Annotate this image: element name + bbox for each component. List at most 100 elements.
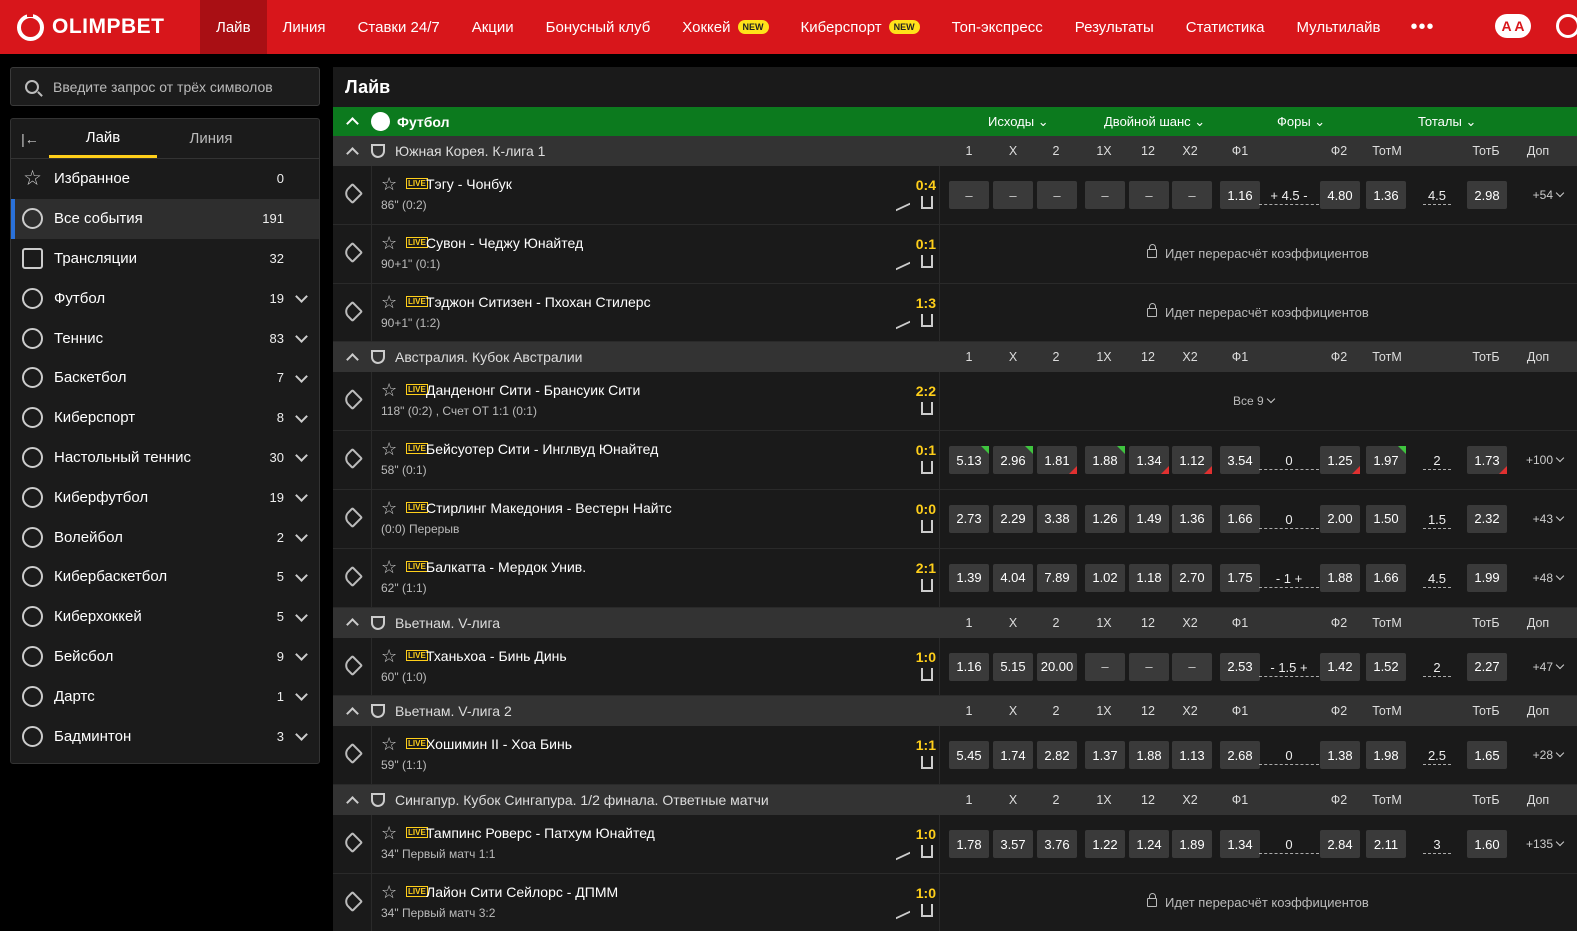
favorite-star-icon[interactable]: ☆ — [381, 646, 397, 667]
odds-button[interactable]: 5.13 — [949, 446, 989, 475]
event-name[interactable]: Бейсуотер Сити - Инглвуд Юнайтед — [426, 441, 658, 457]
trend-chart-icon[interactable] — [896, 845, 910, 861]
odds-button[interactable]: 5.45 — [949, 741, 989, 770]
nav-item-1[interactable]: Линия — [267, 0, 342, 54]
odds-button[interactable]: 3.38 — [1037, 504, 1077, 533]
collapse-caret-icon[interactable] — [346, 795, 359, 809]
nav-item-4[interactable]: Бонусный клуб — [530, 0, 667, 54]
sidebar-item-14[interactable]: Бадминтон 3 — [11, 716, 319, 756]
odds-button[interactable]: 1.36 — [1366, 181, 1406, 209]
odds-button[interactable]: 3.76 — [1037, 830, 1077, 859]
odds-button[interactable]: 1.12 — [1172, 446, 1212, 475]
odds-button[interactable]: 1.78 — [949, 830, 989, 859]
sidebar-item-3[interactable]: Футбол 19 — [11, 278, 319, 318]
sidebar-item-8[interactable]: Киберфутбол 19 — [11, 477, 319, 517]
odds-button[interactable]: 1.16 — [1220, 181, 1260, 209]
odds-button[interactable]: – — [949, 181, 989, 209]
sidebar-item-13[interactable]: Дартс 1 — [11, 676, 319, 716]
odds-button[interactable]: 1.97 — [1366, 446, 1406, 475]
odds-button[interactable]: 1.16 — [949, 652, 989, 681]
odds-button[interactable]: 7.89 — [1037, 563, 1077, 592]
odds-button[interactable]: 1.88 — [1085, 446, 1125, 475]
pin-icon[interactable] — [341, 890, 364, 913]
chevron-down-icon[interactable] — [290, 491, 312, 503]
odds-button[interactable]: 2.32 — [1467, 504, 1507, 533]
trend-chart-icon[interactable] — [896, 314, 910, 329]
odds-button[interactable]: 1.13 — [1172, 741, 1212, 770]
total-value[interactable]: 4.5 — [1423, 188, 1451, 205]
nav-item-2[interactable]: Ставки 24/7 — [342, 0, 456, 54]
odds-button[interactable]: 1.74 — [993, 741, 1033, 770]
sidebar-item-10[interactable]: Кибербаскетбол 5 — [11, 557, 319, 597]
more-markets-button[interactable]: +48 — [1533, 571, 1565, 585]
total-value[interactable]: 2 — [1423, 660, 1451, 677]
more-markets-button[interactable]: +54 — [1533, 188, 1565, 202]
favorite-star-icon[interactable]: ☆ — [381, 734, 397, 755]
odds-button[interactable]: 5.15 — [993, 652, 1033, 681]
odds-button[interactable]: 2.98 — [1467, 181, 1507, 209]
event-name[interactable]: Тампинс Роверс - Патхум Юнайтед — [426, 825, 655, 841]
sidebar-tab-live[interactable]: Лайв — [49, 119, 157, 158]
more-markets-button[interactable]: +100 — [1526, 453, 1565, 467]
event-row[interactable]: ☆ LIVE Хошимин II - Хоа Бинь 59" (1:1) 1:1 5.… — [333, 726, 1577, 786]
odds-button[interactable]: 1.99 — [1467, 563, 1507, 592]
market-group-handicap[interactable]: Форы ⌄ — [1277, 114, 1325, 130]
handicap-value[interactable]: 0 — [1259, 512, 1319, 529]
market-group-double-chance[interactable]: Двойной шанс ⌄ — [1104, 114, 1205, 130]
pin-icon[interactable] — [341, 565, 364, 587]
statistics-icon[interactable] — [921, 667, 933, 681]
event-row[interactable]: ☆ LIVE Тханьхоа - Бинь Динь 60" (1:0) 1:0 1.1… — [333, 637, 1577, 697]
sidebar-item-7[interactable]: Настольный теннис 30 — [11, 438, 319, 478]
event-row[interactable]: ☆ LIVE Бейсуотер Сити - Инглвуд Юнайтед 58"… — [333, 431, 1577, 490]
total-value[interactable]: 4.5 — [1423, 571, 1451, 588]
chevron-down-icon[interactable] — [290, 571, 312, 583]
odds-button[interactable]: 1.66 — [1366, 563, 1406, 592]
odds-button[interactable]: 1.24 — [1129, 830, 1169, 859]
event-name[interactable]: Сувон - Чеджу Юнайтед — [426, 235, 583, 251]
favorite-star-icon[interactable]: ☆ — [381, 498, 397, 519]
event-name[interactable]: Лайон Сити Сейлорс - ДПММ — [426, 884, 618, 900]
sidebar-item-12[interactable]: Бейсбол 9 — [11, 637, 319, 677]
odds-button[interactable]: 2.73 — [949, 504, 989, 533]
chevron-down-icon[interactable] — [290, 690, 312, 702]
pin-icon[interactable] — [341, 241, 364, 263]
event-row[interactable]: ☆ LIVE Тэгу - Чонбук 86" (0:2) 0:4– – – – – –1.16… — [333, 166, 1577, 225]
odds-button[interactable]: 1.88 — [1129, 741, 1169, 770]
event-row[interactable]: ☆ LIVE Лайон Сити Сейлорс - ДПММ 34" Первый… — [333, 873, 1577, 931]
statistics-icon[interactable] — [921, 313, 933, 327]
sidebar-item-11[interactable]: Киберхоккей 5 — [11, 597, 319, 637]
odds-button[interactable]: 1.50 — [1366, 504, 1406, 533]
odds-button[interactable]: – — [1037, 181, 1077, 209]
odds-button[interactable]: 1.39 — [949, 563, 989, 592]
event-row[interactable]: ☆ LIVE Сувон - Чеджу Юнайтед 90+1" (0:1) 0:1… — [333, 224, 1577, 284]
collapse-caret-icon[interactable] — [346, 117, 359, 130]
odds-button[interactable]: 20.00 — [1037, 652, 1077, 681]
nav-item-5[interactable]: Хоккей NEW — [666, 0, 784, 54]
market-group-totals[interactable]: Тоталы ⌄ — [1418, 114, 1476, 130]
odds-button[interactable]: – — [1172, 181, 1212, 209]
odds-button[interactable]: 2.96 — [993, 446, 1033, 475]
handicap-value[interactable]: 0 — [1259, 748, 1319, 766]
odds-button[interactable]: 2.11 — [1366, 830, 1406, 859]
total-value[interactable]: 1.5 — [1423, 512, 1451, 529]
odds-button[interactable]: 1.75 — [1220, 563, 1260, 592]
league-header[interactable]: Австралия. Кубок Австралии 1 X 2 1X 12 X2 Ф1 Ф2 Т… — [333, 342, 1577, 373]
sidebar-item-2[interactable]: Трансляции 32 — [11, 239, 319, 279]
nav-item-7[interactable]: Топ-экспресс — [936, 0, 1059, 54]
statistics-icon[interactable] — [921, 254, 933, 268]
search-input[interactable] — [53, 78, 313, 95]
odds-button[interactable]: – — [1172, 652, 1212, 681]
odds-button[interactable]: – — [1085, 181, 1125, 209]
sidebar-item-5[interactable]: Баскетбол 7 — [11, 358, 319, 398]
statistics-icon[interactable] — [921, 756, 933, 770]
event-row[interactable]: ☆ LIVE Тэджон Ситизен - Пхохан Стилерс 90+1… — [333, 283, 1577, 343]
chevron-down-icon[interactable] — [290, 531, 312, 543]
collapse-caret-icon[interactable] — [346, 353, 359, 366]
event-row[interactable]: ☆ LIVE Стирлинг Македония - Вестерн Найтс (… — [333, 489, 1577, 549]
total-value[interactable]: 2.5 — [1423, 748, 1451, 766]
statistics-icon[interactable] — [921, 519, 933, 533]
more-markets-button[interactable]: +28 — [1533, 748, 1565, 762]
search-box[interactable] — [10, 67, 320, 106]
odds-button[interactable]: 1.34 — [1220, 830, 1260, 859]
market-group-outcomes[interactable]: Исходы ⌄ — [988, 114, 1049, 130]
